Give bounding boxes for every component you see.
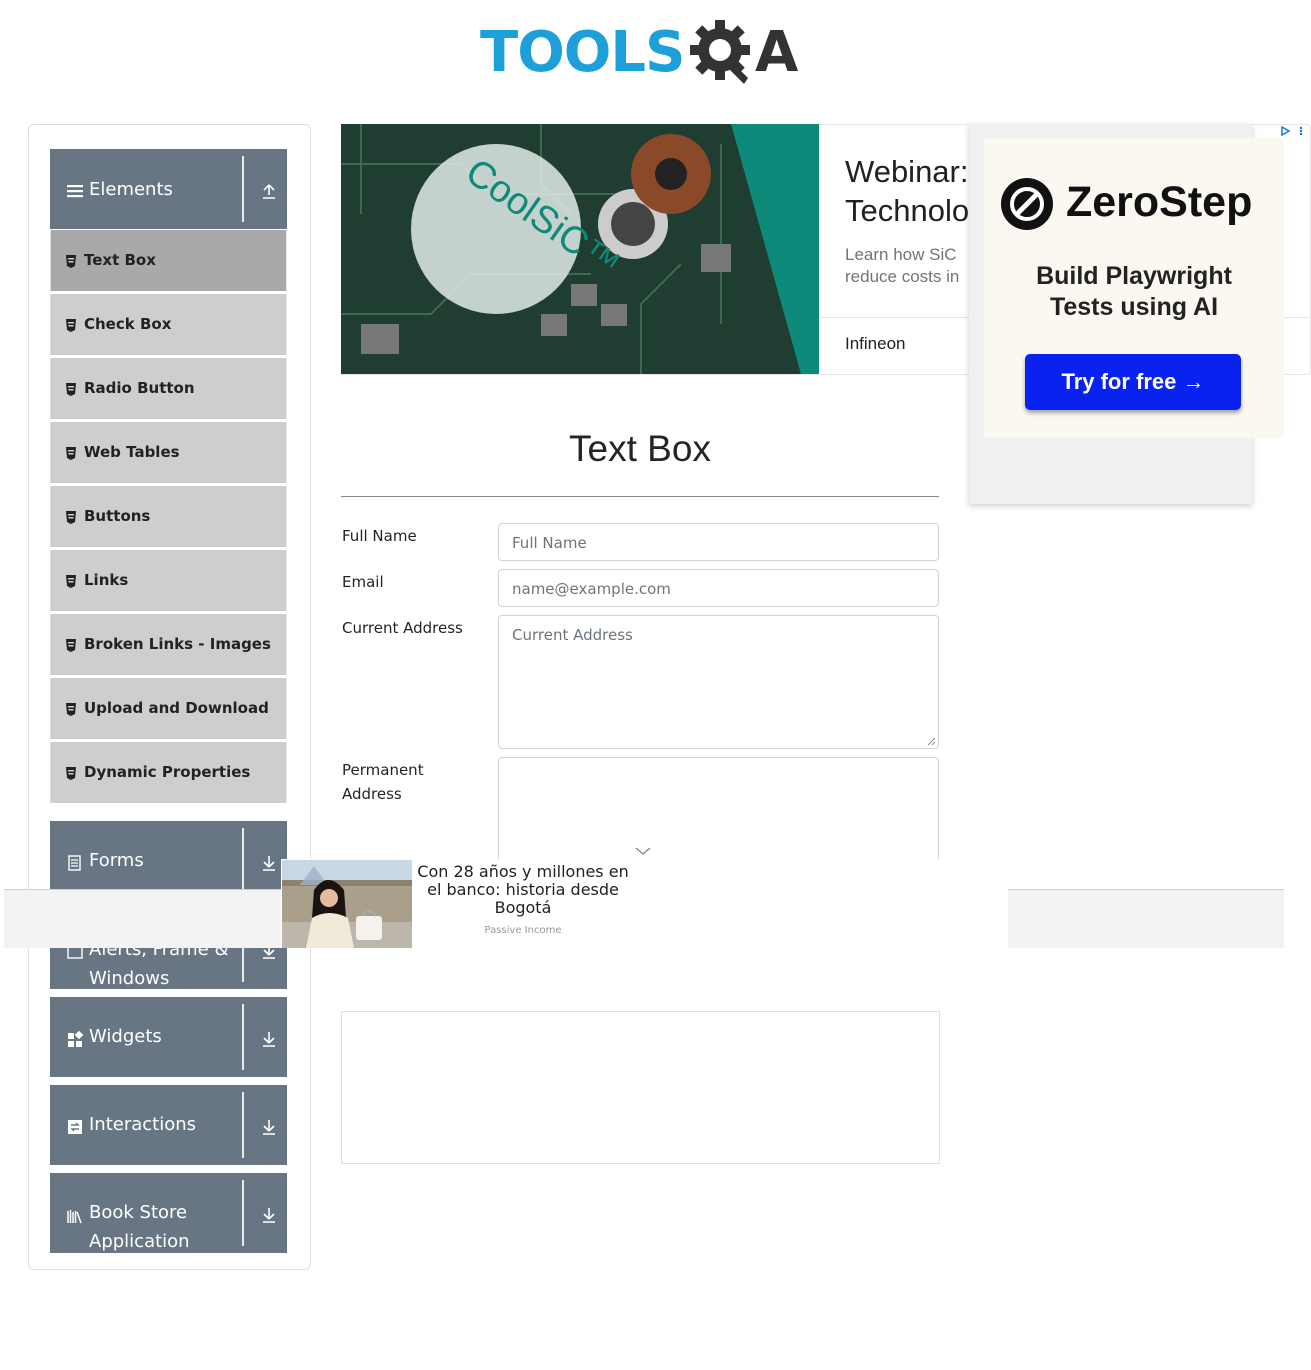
popup-ad-line3[interactable]: Bogotá [412, 899, 634, 917]
ad-placeholder-box [341, 1011, 940, 1164]
zerostep-headline-line2: Tests using AI [1049, 293, 1219, 321]
email-label: Email [342, 573, 384, 591]
menu-item-buttons[interactable]: Buttons [50, 486, 287, 547]
group-label: Book Store [89, 1202, 188, 1223]
menu-item-label: Web Tables [84, 443, 180, 461]
divider [242, 156, 244, 222]
form-icon [68, 855, 81, 871]
ad-advertiser[interactable]: Infineon [845, 334, 906, 354]
email-placeholder: name@example.com [512, 580, 671, 598]
html5-icon [66, 575, 76, 588]
menu-item-links[interactable]: Links [50, 550, 287, 611]
logo-tools-text: TOOLS [480, 20, 685, 85]
expand-arrow-icon[interactable] [261, 1207, 277, 1223]
menu-item-label: Text Box [84, 251, 156, 269]
permanent-address-label-line2: Address [342, 785, 402, 803]
expand-arrow-icon[interactable] [261, 1119, 277, 1135]
full-name-placeholder: Full Name [512, 534, 587, 552]
chevron-down-icon[interactable] [635, 846, 651, 856]
adchoices-icon[interactable] [1280, 126, 1304, 136]
html5-icon [66, 639, 76, 652]
popup-ad-image[interactable] [282, 860, 412, 948]
divider [242, 1180, 244, 1246]
group-book-store[interactable]: Book Store Application [50, 1173, 287, 1253]
menu-item-label: Radio Button [84, 379, 195, 397]
html5-icon [66, 319, 76, 332]
menu-item-web-tables[interactable]: Web Tables [50, 422, 287, 483]
current-address-label: Current Address [342, 619, 463, 637]
ad-desc-line2: reduce costs in [845, 267, 960, 286]
full-name-input[interactable]: Full Name [498, 523, 939, 561]
expand-arrow-icon[interactable] [261, 855, 277, 871]
books-icon [67, 1210, 82, 1224]
woman-photo-image [282, 860, 412, 948]
menu-item-label: Upload and Download [84, 699, 269, 717]
group-label: Widgets [89, 1026, 162, 1047]
try-for-free-button[interactable]: Try for free → [1025, 354, 1241, 410]
group-label: Forms [89, 850, 144, 871]
group-label-line2: Windows [89, 968, 170, 989]
current-address-placeholder: Current Address [512, 626, 633, 644]
html5-icon [66, 703, 76, 716]
menu-item-radio-button[interactable]: Radio Button [50, 358, 287, 419]
email-input[interactable]: name@example.com [498, 569, 939, 607]
popup-ad-line2[interactable]: el banco: historia desde [412, 881, 634, 899]
full-name-label: Full Name [342, 527, 417, 545]
expand-arrow-icon[interactable] [261, 1031, 277, 1047]
group-label-line2: Application [89, 1231, 190, 1252]
menu-item-label: Buttons [84, 507, 151, 525]
hamburger-icon [67, 185, 83, 198]
zerostep-brand: ZeroStep [1066, 178, 1253, 226]
html5-icon [66, 511, 76, 524]
logo-gear-icon [690, 20, 750, 84]
ad-title-line1[interactable]: Webinar: [845, 154, 969, 190]
permanent-address-label: Permanent [342, 761, 424, 779]
menu-item-text-box[interactable]: Text Box [50, 230, 287, 291]
menu-item-check-box[interactable]: Check Box [50, 294, 287, 355]
sidebar: Elements Text Box Check Box Radio Button… [28, 124, 311, 1270]
menu-item-label: Broken Links - Images [84, 635, 271, 653]
html5-icon [66, 383, 76, 396]
current-address-textarea[interactable]: Current Address [498, 615, 939, 749]
resize-handle-icon[interactable] [927, 737, 936, 746]
menu-item-upload-download[interactable]: Upload and Download [50, 678, 287, 739]
popup-ad-source: Passive Income [484, 925, 562, 936]
group-elements[interactable]: Elements [50, 149, 287, 229]
html5-icon [66, 255, 76, 268]
ad-desc-line1: Learn how SiC [845, 245, 957, 264]
divider [242, 828, 244, 894]
menu-item-label: Dynamic Properties [84, 763, 251, 781]
divider [242, 1004, 244, 1070]
ad-title-line2[interactable]: Technolog [845, 193, 986, 229]
widgets-icon [68, 1031, 83, 1047]
zerostep-logo-icon [1001, 178, 1053, 230]
title-divider [341, 496, 939, 497]
group-label: Elements [89, 179, 173, 200]
interactions-icon [68, 1120, 82, 1134]
divider [242, 1092, 244, 1158]
page-title: Text Box [569, 428, 711, 469]
menu-item-label: Check Box [84, 315, 172, 333]
html5-icon [66, 767, 76, 780]
menu-item-dynamic-properties[interactable]: Dynamic Properties [50, 742, 287, 803]
zerostep-headline-line1: Build Playwright [1036, 262, 1232, 290]
menu-item-label: Links [84, 571, 129, 589]
group-interactions[interactable]: Interactions [50, 1085, 287, 1165]
logo-a-text: A [755, 20, 798, 85]
circuit-board-image: CoolSiC™ [341, 124, 819, 374]
popup-ad-line1[interactable]: Con 28 años y millones en [412, 863, 634, 881]
group-widgets[interactable]: Widgets [50, 997, 287, 1077]
group-label: Interactions [89, 1114, 197, 1135]
menu-item-broken-links[interactable]: Broken Links - Images [50, 614, 287, 675]
ad-image[interactable]: CoolSiC™ [341, 124, 819, 374]
html5-icon [66, 447, 76, 460]
toolsqa-logo[interactable]: TOOLS A [480, 14, 805, 94]
collapse-arrow-icon[interactable] [261, 183, 277, 199]
